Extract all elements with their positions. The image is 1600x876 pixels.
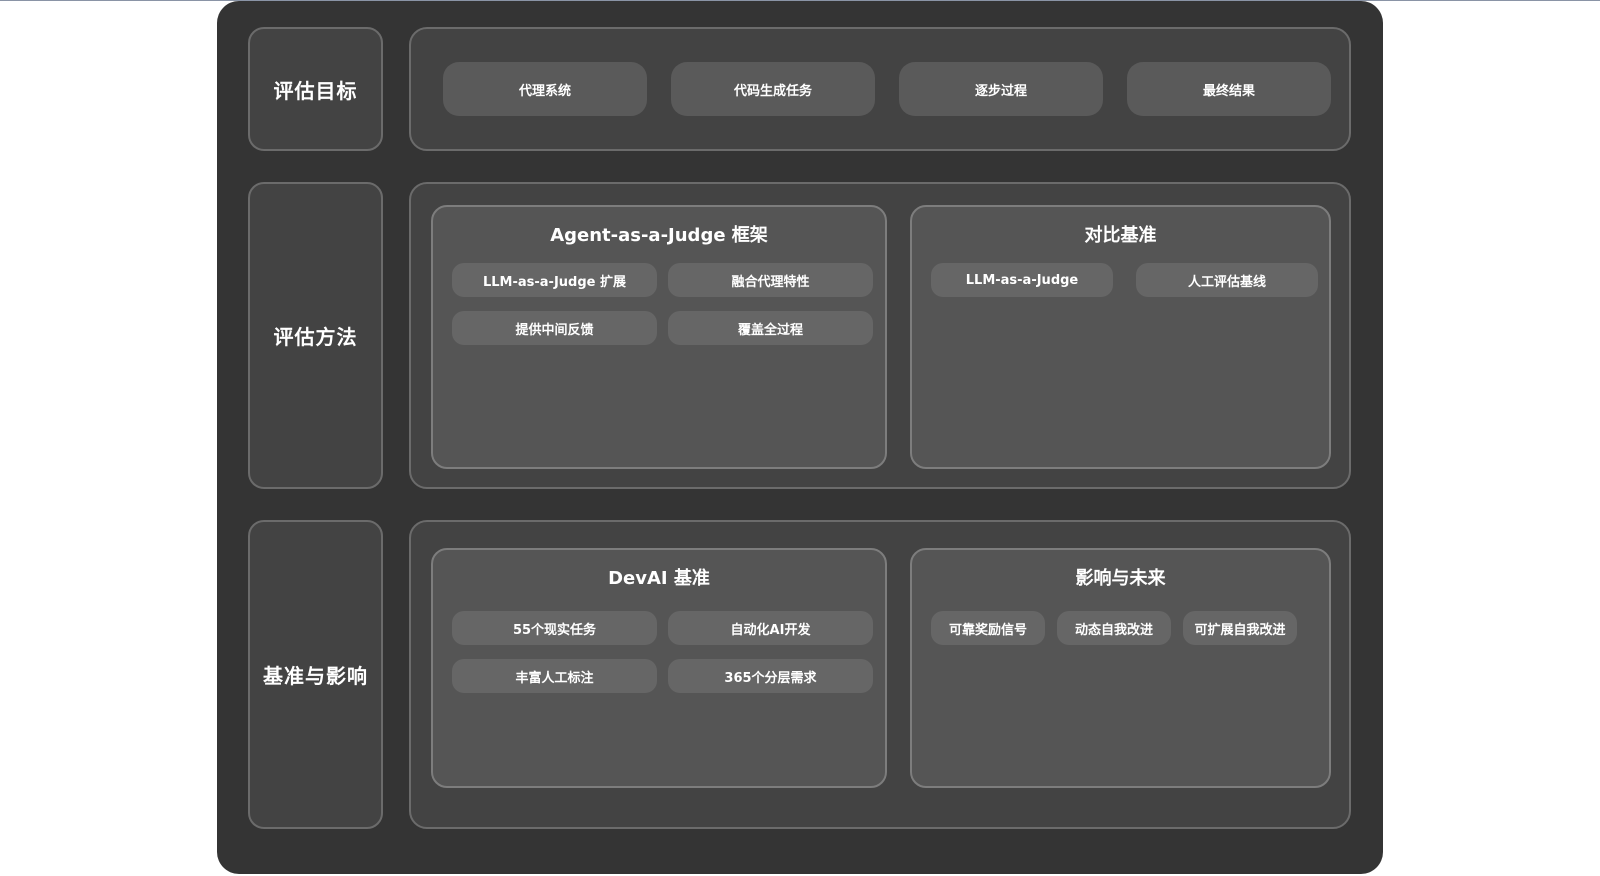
future-item: 可扩展自我改进 xyxy=(1183,611,1297,645)
framework-item: LLM-as-a-Judge 扩展 xyxy=(452,263,657,297)
devai-item: 丰富人工标注 xyxy=(452,659,657,693)
row-label-methods: 评估方法 xyxy=(248,182,383,489)
goal-final-result: 最终结果 xyxy=(1127,62,1331,116)
framework-item: 融合代理特性 xyxy=(668,263,873,297)
goals-container: 代理系统 代码生成任务 逐步过程 最终结果 xyxy=(409,27,1351,151)
devai-item: 自动化AI开发 xyxy=(668,611,873,645)
framework-title: Agent-as-a-Judge 框架 xyxy=(550,225,768,246)
row-label-goals: 评估目标 xyxy=(248,27,383,151)
row-label-impact: 基准与影响 xyxy=(248,520,383,829)
devai-item: 55个现实任务 xyxy=(452,611,657,645)
devai-panel: DevAI 基准 55个现实任务 自动化AI开发 丰富人工标注 365个分层需求 xyxy=(431,548,887,788)
baseline-item: 人工评估基线 xyxy=(1136,263,1318,297)
framework-item: 覆盖全过程 xyxy=(668,311,873,345)
future-item: 可靠奖励信号 xyxy=(931,611,1045,645)
framework-item: 提供中间反馈 xyxy=(452,311,657,345)
devai-title: DevAI 基准 xyxy=(608,568,710,589)
methods-container: Agent-as-a-Judge 框架 LLM-as-a-Judge 扩展 融合… xyxy=(409,182,1351,489)
framework-panel: Agent-as-a-Judge 框架 LLM-as-a-Judge 扩展 融合… xyxy=(431,205,887,469)
future-panel: 影响与未来 可靠奖励信号 动态自我改进 可扩展自我改进 xyxy=(910,548,1331,788)
future-title: 影响与未来 xyxy=(1075,568,1166,589)
baselines-title: 对比基准 xyxy=(1084,225,1157,246)
baselines-panel: 对比基准 LLM-as-a-Judge 人工评估基线 xyxy=(910,205,1331,469)
devai-item: 365个分层需求 xyxy=(668,659,873,693)
future-item: 动态自我改进 xyxy=(1057,611,1171,645)
diagram-canvas: 评估目标 代理系统 代码生成任务 逐步过程 最终结果 评估方法 Agent-as… xyxy=(217,1,1383,874)
goal-code-generation: 代码生成任务 xyxy=(671,62,875,116)
goal-step-process: 逐步过程 xyxy=(899,62,1103,116)
impact-container: DevAI 基准 55个现实任务 自动化AI开发 丰富人工标注 365个分层需求… xyxy=(409,520,1351,829)
goal-agent-system: 代理系统 xyxy=(443,62,647,116)
baseline-item: LLM-as-a-Judge xyxy=(931,263,1113,297)
